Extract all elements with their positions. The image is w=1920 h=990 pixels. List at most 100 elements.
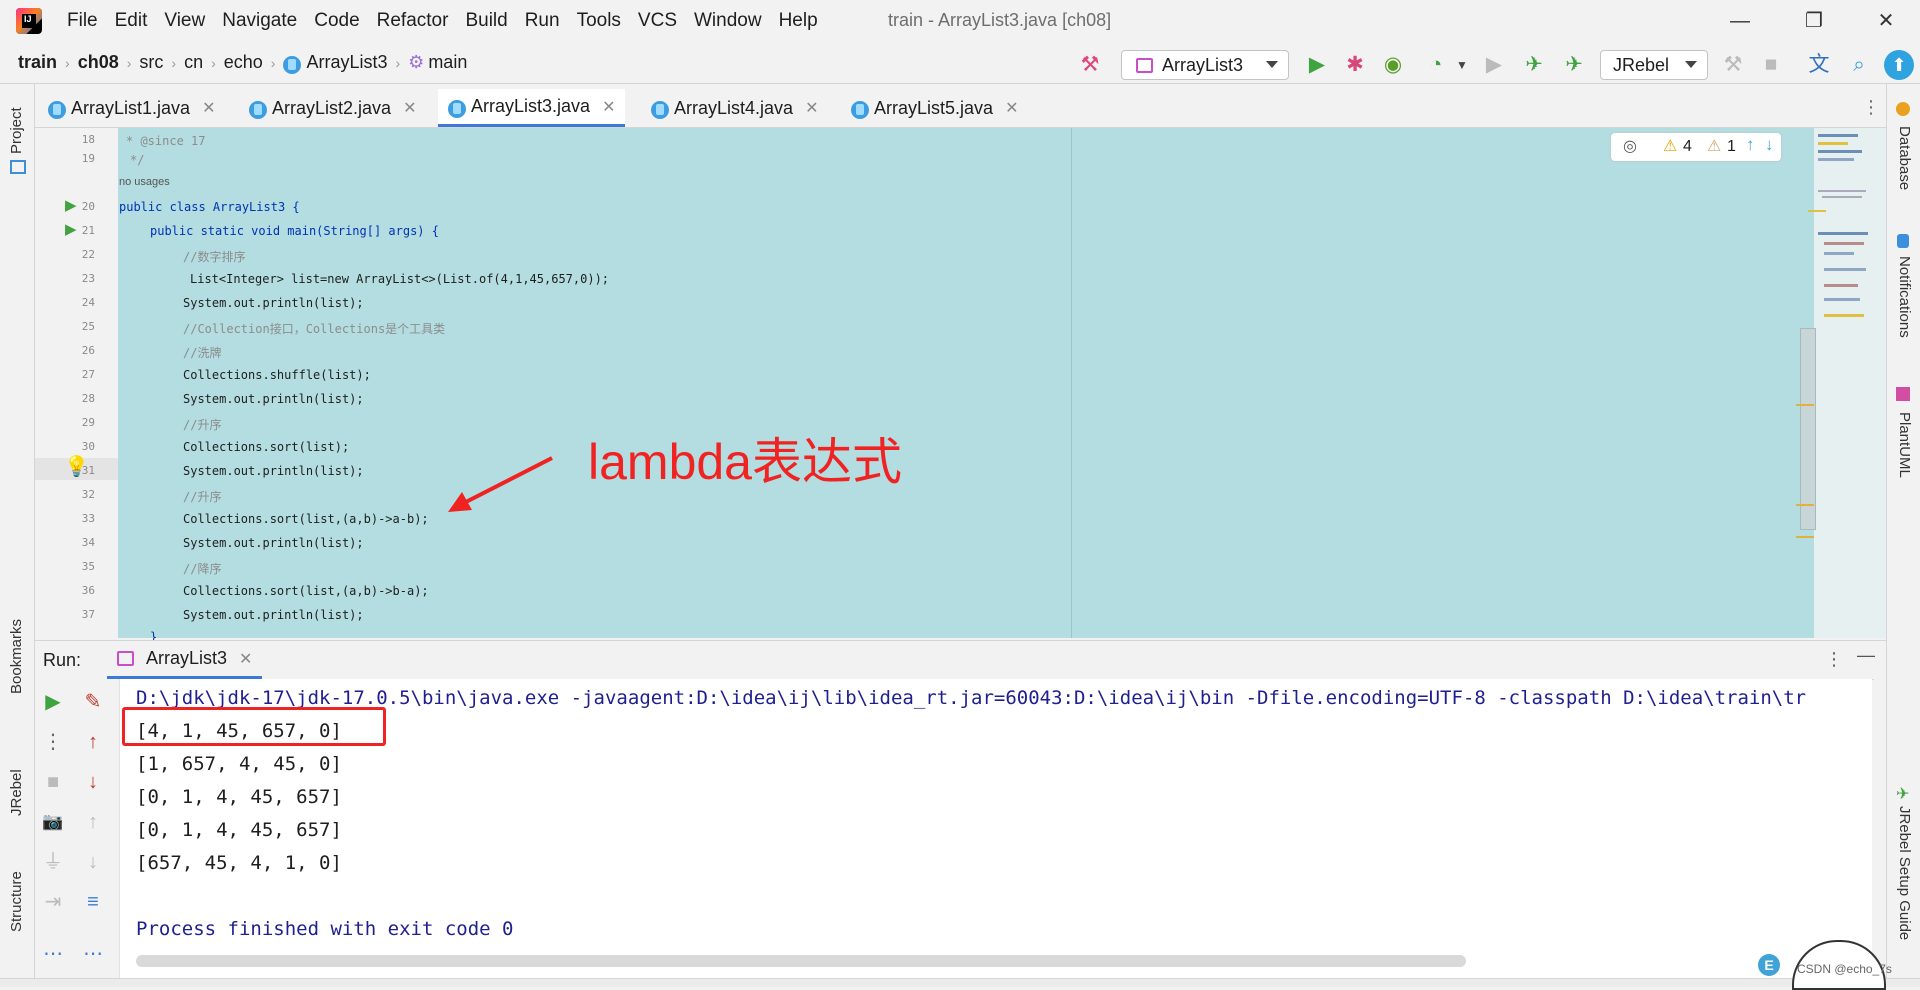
menu-edit[interactable]: Edit [115,10,148,32]
jrebel-tool-tab[interactable]: JRebel [8,769,25,816]
menu-help[interactable]: Help [779,10,818,32]
reader-mode-icon[interactable]: ◎ [1623,136,1637,156]
scroll-up-icon: ↑ [88,811,98,833]
console-command-line: D:\jdk\jdk-17\jdk-17.0.5\bin\java.exe -j… [136,687,1807,709]
search-icon[interactable]: ⌕ [1846,52,1872,78]
upload-icon[interactable]: ⬆ [1884,50,1914,80]
code-editor[interactable]: * @since 17 */ no usages public class Ar… [118,128,1814,644]
debug-icon[interactable]: ✱ [1342,52,1368,78]
close-tab-icon[interactable]: ✕ [805,98,818,118]
java-file-icon [851,101,869,119]
jrebel-select[interactable]: JRebel [1600,50,1708,80]
menu-window[interactable]: Window [694,10,762,32]
menu-vcs[interactable]: VCS [638,10,677,32]
down-stack-icon[interactable]: ↓ [80,769,106,795]
chevron-down-icon [1266,61,1278,68]
notifications-tool-tab[interactable]: Notifications [1896,256,1913,338]
close-tab-icon[interactable]: ✕ [239,649,252,669]
menu-view[interactable]: View [164,10,205,32]
translate-icon[interactable]: 文 [1806,52,1832,78]
line-number: 23 [81,272,95,285]
options-icon[interactable]: ⋮ [1825,649,1843,670]
inspections-widget[interactable]: ◎ ⚠ 4 ⚠ 1 ↑ ↓ [1611,133,1781,161]
clear-console-icon[interactable]: ✎ [80,689,106,715]
code-line-26: //洗牌 [183,346,222,360]
crumb-echo[interactable]: echo [224,52,263,73]
run-config-icon [117,651,134,666]
next-problem-icon[interactable]: ↓ [1765,135,1774,155]
profile-icon[interactable]: ◔ [1423,52,1449,78]
menu-build[interactable]: Build [465,10,507,32]
structure-tool-tab[interactable]: Structure [8,871,25,932]
line-number: 32 [81,488,95,501]
soft-wrap-icon[interactable]: ≡ [80,889,106,915]
tab-arraylist2[interactable]: ArrayList2.java ✕ [249,89,416,127]
tab-arraylist3[interactable]: ArrayList3.java ✕ [438,89,626,127]
profile-dropdown-icon[interactable]: ▼ [1449,52,1475,78]
exit-icon: ⇥ [44,891,62,913]
java-class-icon [283,55,302,74]
line-number: 35 [81,560,95,573]
menu-code[interactable]: Code [314,10,359,32]
build-hammer-icon[interactable]: ⚒ [1077,52,1103,78]
code-line-37: System.out.println(list); [183,608,364,622]
close-tab-icon[interactable]: ✕ [1005,98,1018,118]
code-minimap[interactable] [1796,128,1886,638]
run-config-select[interactable]: ArrayList3 [1121,50,1289,80]
menu-refactor[interactable]: Refactor [377,10,449,32]
menu-tools[interactable]: Tools [577,10,621,32]
minimize-button[interactable]: — [1720,6,1760,36]
database-tool-tab[interactable]: Database [1896,126,1913,190]
crumb-src[interactable]: src [139,52,163,73]
more-icon[interactable]: ⋯ [80,941,106,967]
hide-panel-icon[interactable]: — [1857,645,1875,666]
close-tab-icon[interactable]: ✕ [403,98,416,118]
prev-problem-icon[interactable]: ↑ [1746,135,1755,155]
java-file-icon [249,101,267,119]
tab-arraylist5[interactable]: ArrayList5.java ✕ [851,89,1018,127]
jrebel-run-icon[interactable]: ✈ [1521,52,1547,78]
run-class-gutter-icon[interactable]: ▶ [65,196,77,214]
code-line-20: public class ArrayList3 { [119,200,300,214]
crumb-module[interactable]: ch08 [78,52,119,73]
run-main-gutter-icon[interactable]: ▶ [65,220,77,238]
project-tool-tab[interactable]: Project [8,107,25,154]
jrebel-debug-icon[interactable]: ✈ [1561,52,1587,78]
console-vscroll[interactable] [1874,679,1886,979]
run-icon[interactable]: ▶ [1304,52,1330,78]
more-icon[interactable]: ⋯ [40,941,66,967]
jrebel-guide-icon: ✈ [1896,786,1910,803]
jrebel-setup-guide-tab[interactable]: JRebel Setup Guide [1896,806,1913,940]
run-config-label: ArrayList3 [1162,55,1244,75]
more-actions-icon[interactable]: ⋮ [40,729,66,755]
crumb-project[interactable]: train [18,52,57,73]
code-line-18: * @since 17 [126,134,206,148]
menu-navigate[interactable]: Navigate [222,10,297,32]
database-icon [1896,102,1910,116]
weak-warnings-count: 1 [1727,138,1736,155]
restore-button[interactable]: ❐ [1794,6,1834,36]
more-tabs-icon[interactable]: ⋮ [1862,97,1880,118]
tab-arraylist4[interactable]: ArrayList4.java ✕ [651,89,818,127]
tab-arraylist1[interactable]: ArrayList1.java ✕ [48,89,215,127]
menu-file[interactable]: File [67,10,98,32]
editor-scrollbar[interactable] [1800,328,1816,530]
code-line-22: //数字排序 [183,250,246,264]
close-window-button[interactable]: ✕ [1866,6,1906,36]
crumb-method[interactable]: main [428,52,467,73]
console-hscroll[interactable] [136,955,1466,967]
coverage-icon[interactable]: ◉ [1380,52,1406,78]
lightbulb-icon[interactable]: 💡 [64,454,89,479]
console-output-line: [0, 1, 4, 45, 657] [136,786,342,808]
up-stack-icon[interactable]: ↑ [80,729,106,755]
plantuml-tool-tab[interactable]: PlantUML [1896,412,1913,478]
close-tab-icon[interactable]: ✕ [202,98,215,118]
crumb-cn[interactable]: cn [184,52,203,73]
run-tab[interactable]: ArrayList3 ✕ [107,641,263,679]
rerun-icon[interactable]: ▶ [40,689,66,715]
crumb-class[interactable]: ArrayList3 [306,52,387,73]
menu-run[interactable]: Run [525,10,560,32]
close-tab-icon[interactable]: ✕ [602,97,615,117]
bookmarks-tool-tab[interactable]: Bookmarks [8,619,25,694]
camera-icon: 📷 [42,812,64,831]
